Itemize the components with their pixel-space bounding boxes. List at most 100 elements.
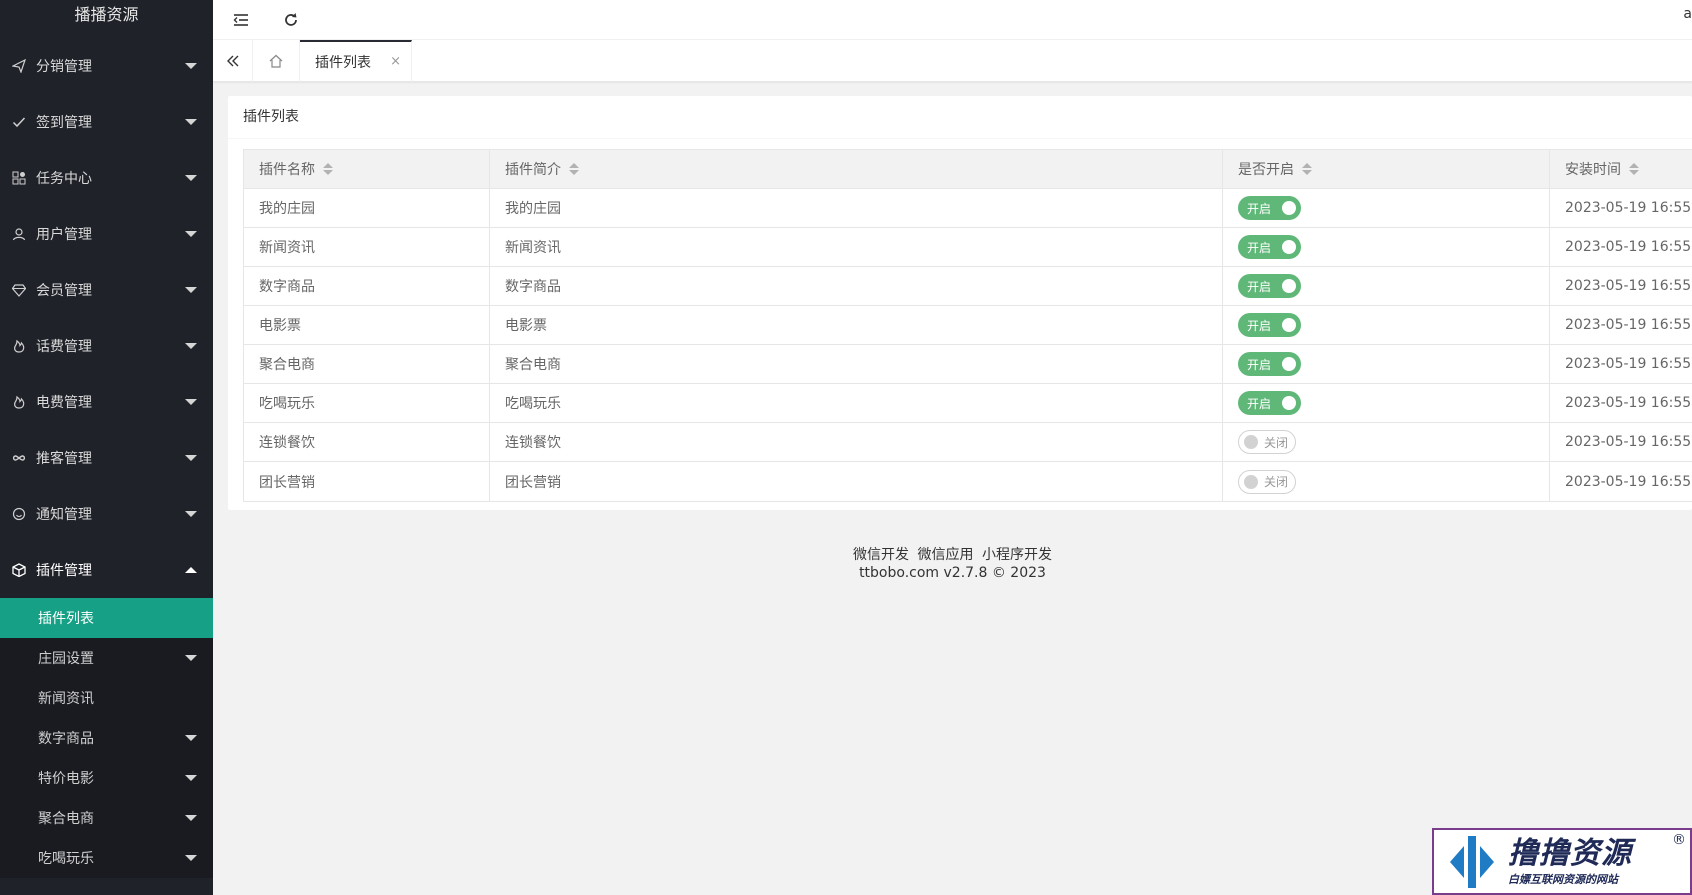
sidebar-subitem[interactable]: 插件列表: [0, 598, 213, 638]
footer-links: 微信开发 微信应用 小程序开发: [213, 546, 1692, 564]
plugin-name-cell: 连锁餐饮: [244, 423, 490, 461]
sidebar-item[interactable]: 分销管理: [0, 38, 213, 94]
sidebar-item-label: 会员管理: [36, 283, 92, 299]
home-icon: [269, 54, 283, 68]
sidebar-item-label: 话费管理: [36, 339, 92, 355]
install-time-cell: 2023-05-19 16:55: [1565, 200, 1692, 216]
enable-toggle[interactable]: 开启: [1238, 196, 1301, 220]
column-header-install-time[interactable]: 安装时间: [1550, 150, 1692, 188]
plugin-enabled-cell: 开启: [1223, 384, 1550, 422]
infinity-icon: [12, 451, 26, 465]
enable-toggle[interactable]: 关闭: [1238, 469, 1296, 494]
toggle-label: 关闭: [1264, 435, 1289, 450]
enable-toggle[interactable]: 开启: [1238, 313, 1301, 337]
sidebar-item[interactable]: 插件管理: [0, 542, 213, 598]
tabs-scroll-left-button[interactable]: [213, 40, 253, 82]
install-time-cell: 2023-05-19 16:55: [1565, 473, 1692, 490]
sidebar-item[interactable]: 会员管理: [0, 262, 213, 318]
sort-icon[interactable]: [569, 163, 579, 175]
diamond-icon: [12, 283, 26, 297]
footer-link[interactable]: 微信开发: [853, 547, 909, 563]
cube-icon: [12, 563, 26, 577]
sidebar-subitem[interactable]: 聚合电商: [0, 798, 213, 838]
enable-toggle[interactable]: 开启: [1238, 391, 1301, 415]
enable-toggle[interactable]: 开启: [1238, 352, 1301, 376]
table-row: 连锁餐饮 连锁餐饮 关闭 2023-05-19 16:55: [244, 423, 1692, 462]
top-header: a: [213, 0, 1692, 40]
sidebar-item-label: 插件管理: [36, 563, 92, 579]
install-time-cell: 2023-05-19 16:55: [1565, 434, 1692, 450]
refresh-button[interactable]: [277, 6, 305, 34]
column-header-desc[interactable]: 插件简介: [490, 150, 1223, 188]
check-icon: [12, 115, 26, 129]
sidebar-item[interactable]: 签到管理: [0, 94, 213, 150]
user-menu[interactable]: a: [1683, 6, 1692, 22]
toggle-knob: [1282, 357, 1296, 371]
tab-plugin-list[interactable]: 插件列表 ×: [300, 40, 412, 82]
table-row: 电影票 电影票 开启 2023-05-19 16:55: [244, 306, 1692, 345]
install-time-cell: 2023-05-19 16:55: [1565, 278, 1692, 294]
toggle-knob: [1282, 240, 1296, 254]
table-row: 团长营销 团长营销 关闭 2023-05-19 16:55: [244, 462, 1692, 501]
sidebar-subitem[interactable]: 新闻资讯: [0, 678, 213, 718]
watermark-title: 撸撸资源: [1508, 835, 1632, 871]
sidebar-subitem-label: 插件列表: [38, 611, 94, 627]
sidebar-item[interactable]: 通知管理: [0, 486, 213, 542]
app-logo[interactable]: 播播资源: [0, 0, 213, 38]
collapse-sidebar-button[interactable]: [227, 6, 255, 34]
sort-icon[interactable]: [1302, 163, 1312, 175]
plugin-enabled-cell: 开启: [1223, 267, 1550, 305]
sort-icon[interactable]: [323, 163, 333, 175]
plugin-name-cell: 电影票: [244, 306, 490, 344]
plugin-name-cell: 数字商品: [244, 267, 490, 305]
plugin-name-cell: 团长营销: [244, 462, 490, 501]
column-header-enabled[interactable]: 是否开启: [1223, 150, 1550, 188]
toggle-knob: [1244, 474, 1258, 489]
plugin-desc-cell: 连锁餐饮: [490, 423, 1223, 461]
sidebar-item[interactable]: 用户管理: [0, 206, 213, 262]
plugin-enabled-cell: 开启: [1223, 228, 1550, 266]
caret-down-icon: [185, 119, 197, 125]
toggle-knob: [1282, 396, 1296, 410]
plugin-enabled-cell: 开启: [1223, 189, 1550, 227]
sidebar-item[interactable]: 电费管理: [0, 374, 213, 430]
footer-link[interactable]: 小程序开发: [982, 547, 1052, 563]
sidebar-subitem[interactable]: 特价电影: [0, 758, 213, 798]
home-tab[interactable]: [253, 40, 300, 82]
refresh-icon: [285, 13, 297, 26]
caret-down-icon: [185, 63, 197, 69]
plugin-desc-cell: 聚合电商: [490, 345, 1223, 383]
plugin-desc-cell: 团长营销: [490, 462, 1223, 501]
sort-icon[interactable]: [1629, 163, 1639, 175]
sidebar-item[interactable]: 推客管理: [0, 430, 213, 486]
toggle-knob: [1282, 279, 1296, 293]
sidebar-subitem-label: 庄园设置: [38, 651, 94, 667]
column-header-name[interactable]: 插件名称: [244, 150, 490, 188]
sidebar-subitem-label: 数字商品: [38, 731, 94, 747]
plugin-name-cell: 吃喝玩乐: [244, 384, 490, 422]
table-row: 聚合电商 聚合电商 开启 2023-05-19 16:55: [244, 345, 1692, 384]
sidebar-item[interactable]: 任务中心: [0, 150, 213, 206]
sidebar-item[interactable]: 话费管理: [0, 318, 213, 374]
plugin-name-cell: 我的庄园: [244, 189, 490, 227]
sidebar-subitem[interactable]: 数字商品: [0, 718, 213, 758]
plugin-table: 插件名称 插件简介 是否开启 安装时间 我的庄园 我的庄园 开启 2023-05-19…: [243, 149, 1692, 502]
enable-toggle[interactable]: 开启: [1238, 274, 1301, 298]
footer-link[interactable]: 微信应用: [918, 547, 974, 563]
tab-close-icon[interactable]: ×: [390, 54, 401, 69]
sidebar-item-label: 通知管理: [36, 507, 92, 523]
plugin-enabled-cell: 关闭: [1223, 462, 1550, 501]
enable-toggle[interactable]: 开启: [1238, 235, 1301, 259]
plugin-desc-cell: 电影票: [490, 306, 1223, 344]
plugin-name-cell: 聚合电商: [244, 345, 490, 383]
toggle-label: 开启: [1247, 318, 1272, 333]
enable-toggle[interactable]: 关闭: [1238, 430, 1296, 454]
fire-icon: [12, 339, 26, 353]
sidebar-item-label: 任务中心: [36, 171, 92, 187]
plugin-desc-cell: 新闻资讯: [490, 228, 1223, 266]
tab-label: 插件列表: [315, 55, 371, 71]
sidebar-subitem[interactable]: 庄园设置: [0, 638, 213, 678]
sidebar-subitem[interactable]: 吃喝玩乐: [0, 838, 213, 878]
table-row: 吃喝玩乐 吃喝玩乐 开启 2023-05-19 16:55: [244, 384, 1692, 423]
watermark-subtitle: 白嫖互联网资源的网站: [1508, 872, 1618, 886]
